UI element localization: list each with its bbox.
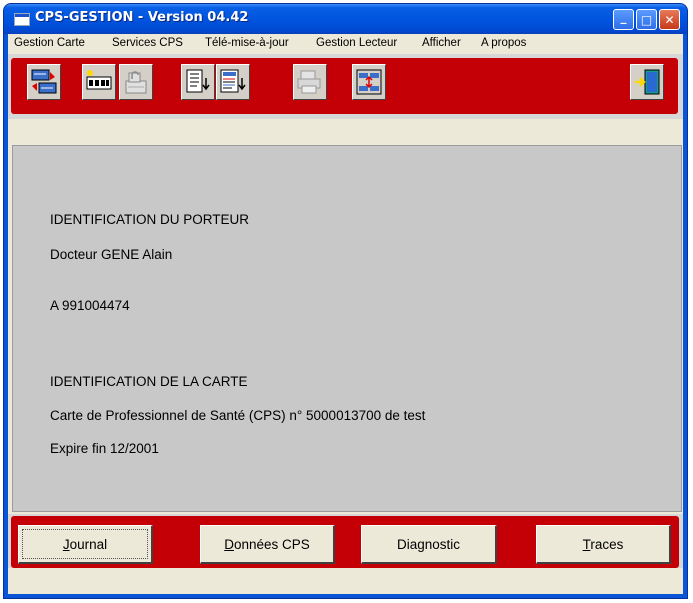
menu-gestion-carte[interactable]: Gestion Carte xyxy=(14,37,85,49)
porteur-heading: IDENTIFICATION DU PORTEUR xyxy=(50,212,250,227)
traces-label: Traces xyxy=(582,536,624,552)
menu-afficher[interactable]: Afficher xyxy=(422,37,461,49)
menu-a-propos[interactable]: A propos xyxy=(481,37,526,49)
menu-bar: Gestion Carte Services CPS Télé-mise-à-j… xyxy=(8,34,683,53)
exit-door-icon xyxy=(635,69,660,95)
close-button[interactable]: ✕ xyxy=(659,9,680,30)
window-title: CPS-GESTION - Version 04.42 xyxy=(35,10,249,25)
donnees-cps-label: Données CPS xyxy=(224,536,310,552)
app-window: CPS-GESTION - Version 04.42 _ □ ✕ Gestio… xyxy=(4,4,687,598)
donnees-cps-button[interactable]: Données CPS xyxy=(200,525,335,564)
card-sync-icon xyxy=(356,69,382,95)
exit-button[interactable] xyxy=(630,64,664,100)
porteur-name: Docteur GENE Alain xyxy=(50,247,173,262)
toolbar xyxy=(8,54,683,119)
traces-button[interactable]: Traces xyxy=(536,525,671,564)
button-bar-band: Journal Données CPS Diagnostic Traces xyxy=(11,516,679,568)
client-area: Gestion Carte Services CPS Télé-mise-à-j… xyxy=(8,34,683,594)
document-list-button[interactable] xyxy=(181,64,215,100)
card-reader-button[interactable] xyxy=(82,64,116,100)
menu-services-cps[interactable]: Services CPS xyxy=(112,37,183,49)
porteur-id: A 991004474 xyxy=(50,298,130,313)
printer-icon xyxy=(297,70,321,94)
menu-tele-mise-a-jour[interactable]: Télé-mise-à-jour xyxy=(205,37,289,49)
diagnostic-label: Diagnostic xyxy=(396,536,461,552)
document-list-icon xyxy=(186,69,210,93)
document-detail-button[interactable] xyxy=(216,64,250,100)
journal-button[interactable]: Journal xyxy=(18,525,153,564)
card-sync-button[interactable] xyxy=(352,64,386,100)
focus-rect xyxy=(22,529,148,559)
carte-heading: IDENTIFICATION DE LA CARTE xyxy=(50,374,248,389)
app-icon xyxy=(14,13,30,26)
info-panel: IDENTIFICATION DU PORTEUR Docteur GENE A… xyxy=(12,145,682,512)
document-detail-icon xyxy=(220,69,246,93)
carte-description: Carte de Professionnel de Santé (CPS) n°… xyxy=(50,408,426,423)
close-icon: ✕ xyxy=(664,12,675,27)
printer-button[interactable] xyxy=(293,64,327,100)
title-bar[interactable]: CPS-GESTION - Version 04.42 _ □ ✕ xyxy=(4,4,687,34)
minimize-button[interactable]: _ xyxy=(613,9,634,30)
card-unlock-icon xyxy=(125,71,147,94)
diagnostic-button[interactable]: Diagnostic xyxy=(361,525,497,564)
minimize-icon: _ xyxy=(620,9,627,24)
carte-expiry: Expire fin 12/2001 xyxy=(50,441,159,456)
card-transfer-button[interactable] xyxy=(27,64,61,100)
card-reader-icon xyxy=(86,70,112,90)
menu-gestion-lecteur[interactable]: Gestion Lecteur xyxy=(316,37,397,49)
maximize-button[interactable]: □ xyxy=(636,9,657,30)
status-area xyxy=(8,568,683,594)
card-transfer-icon xyxy=(31,69,57,94)
maximize-icon: □ xyxy=(640,12,653,27)
card-unlock-button[interactable] xyxy=(119,64,153,100)
toolbar-band xyxy=(11,58,678,114)
